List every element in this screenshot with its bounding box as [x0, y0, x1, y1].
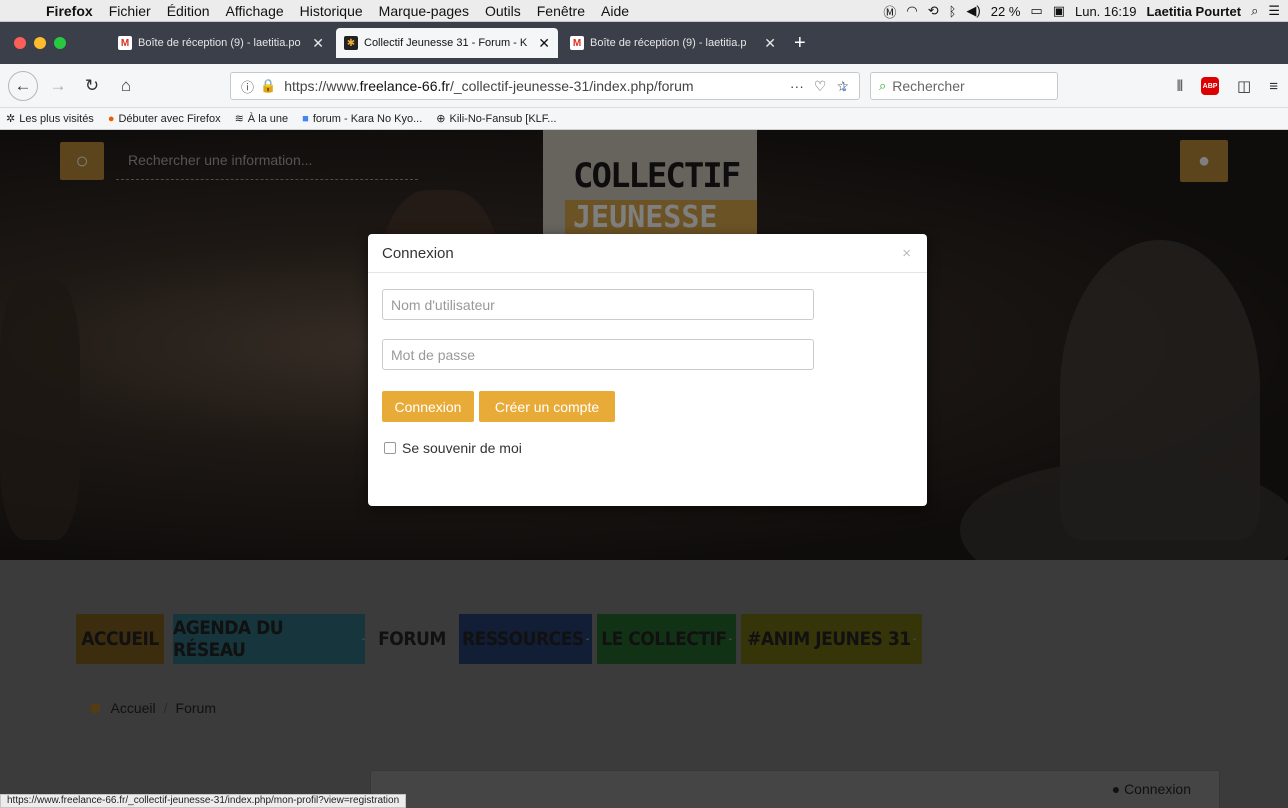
search-placeholder: Rechercher [892, 78, 965, 94]
battery-status[interactable]: 22 % [991, 4, 1021, 19]
tab-title: Collectif Jeunesse 31 - Forum - K [364, 37, 528, 49]
url-text[interactable]: https://www.freelance-66.fr/_collectif-j… [284, 78, 790, 94]
tab-forum[interactable]: ✱ Collectif Jeunesse 31 - Forum - K ✕ [336, 28, 558, 58]
url-prefix: https://www. [284, 78, 360, 94]
url-path: /_collectif-jeunesse-31/index.php/forum [449, 78, 694, 94]
bookmark-a-la-une[interactable]: ≋ À la une [234, 112, 289, 126]
back-arrow-icon[interactable]: ← [8, 70, 38, 101]
tab-bar: M Boîte de réception (9) - laetitia.po ✕… [0, 22, 1288, 64]
bookmark-forum-kara[interactable]: ■ forum - Kara No Kyo... [302, 113, 422, 125]
menu-firefox[interactable]: Firefox [38, 3, 101, 19]
zoom-window-icon[interactable] [54, 37, 66, 49]
menu-edition[interactable]: Édition [159, 3, 218, 19]
remember-me-label: Se souvenir de moi [402, 440, 522, 456]
bookmark-label: Débuter avec Firefox [118, 112, 221, 125]
close-tab-icon[interactable]: ✕ [312, 35, 324, 52]
search-input[interactable]: ⌕ Rechercher [870, 72, 1058, 100]
username-field[interactable]: Nom d'utilisateur [382, 289, 814, 320]
menu-fichier[interactable]: Fichier [101, 3, 159, 19]
window-controls [0, 37, 110, 49]
time-machine-icon[interactable]: ⟲ [928, 3, 939, 19]
remember-me[interactable]: Se souvenir de moi [384, 440, 522, 456]
spotlight-icon[interactable]: ⌕ [1251, 3, 1258, 19]
keyboard-icon[interactable]: ▣ [1053, 3, 1065, 19]
sidebar-icon[interactable]: ◫ [1237, 77, 1251, 95]
modal-title: Connexion [382, 244, 454, 262]
google-icon: ■ [302, 112, 309, 125]
clock[interactable]: Lun. 16:19 [1075, 4, 1136, 19]
download-icon[interactable]: ↓ [840, 78, 848, 96]
close-icon[interactable]: × [902, 245, 911, 262]
malwarebytes-icon[interactable]: Ⓜ [883, 2, 896, 21]
page-actions-icon[interactable]: ··· [790, 78, 804, 94]
pocket-icon[interactable]: ♡ [814, 78, 827, 95]
bookmark-kili-no-fansub[interactable]: ⊕ Kili-No-Fansub [KLF... [436, 112, 557, 126]
close-tab-icon[interactable]: ✕ [764, 35, 776, 52]
modal-header: Connexion × [368, 234, 927, 273]
library-icon[interactable]: ⫴ [1177, 78, 1183, 95]
volume-icon[interactable]: ◀) [966, 3, 980, 19]
close-window-icon[interactable] [14, 37, 26, 49]
url-bar[interactable]: ⓘ 🔒 https://www.freelance-66.fr/_collect… [230, 72, 860, 100]
globe-icon: ⊕ [436, 113, 446, 125]
create-account-button[interactable]: Créer un compte [479, 391, 615, 422]
lock-icon[interactable]: 🔒 [260, 78, 276, 94]
bookmark-label: À la une [247, 112, 289, 125]
tab-title: Boîte de réception (9) - laetitia.po [138, 37, 301, 49]
bookmark-label: Les plus visités [19, 112, 94, 125]
bluetooth-icon[interactable]: ᛒ [949, 4, 957, 19]
gmail-icon: M [570, 36, 584, 50]
tab-title: Boîte de réception (9) - laetitia.p [590, 37, 747, 49]
menu-affichage[interactable]: Affichage [218, 3, 292, 19]
new-tab-icon[interactable]: + [794, 32, 806, 55]
info-icon[interactable]: ⓘ [241, 77, 254, 96]
menu-aide[interactable]: Aide [593, 3, 637, 19]
menu-historique[interactable]: Historique [292, 3, 371, 19]
star-icon: ✲ [6, 113, 16, 125]
tab-gmail-2[interactable]: M Boîte de réception (9) - laetitia.p ✕ [562, 28, 784, 58]
search-engine-icon[interactable]: ⌕ [879, 78, 886, 94]
menu-outils[interactable]: Outils [477, 3, 529, 19]
bookmark-label: forum - Kara No Kyo... [312, 112, 423, 125]
forward-arrow-icon[interactable]: → [44, 72, 72, 100]
user-name[interactable]: Laetitia Pourtet [1146, 4, 1241, 19]
close-tab-icon[interactable]: ✕ [538, 35, 550, 52]
menu-hamburger-icon[interactable]: ≡ [1269, 78, 1278, 95]
gmail-icon: M [118, 36, 132, 50]
menu-fenetre[interactable]: Fenêtre [529, 3, 593, 19]
login-modal: Connexion × Nom d'utilisateur Mot de pas… [368, 234, 927, 506]
username-placeholder: Nom d'utilisateur [391, 296, 495, 313]
bookmark-getting-started[interactable]: ● Débuter avec Firefox [108, 113, 221, 125]
rss-icon: ≋ [234, 113, 244, 125]
tab-gmail-1[interactable]: M Boîte de réception (9) - laetitia.po ✕ [110, 28, 332, 58]
create-account-label: Créer un compte [494, 398, 600, 415]
firefox-icon: ● [107, 112, 115, 125]
navigation-toolbar: ← → ↻ ⌂ ⓘ 🔒 https://www.freelance-66.fr/… [0, 64, 1288, 108]
reload-icon[interactable]: ↻ [78, 72, 106, 100]
login-button[interactable]: Connexion [382, 391, 474, 422]
bookmarks-bar: ✲ Les plus visités ● Débuter avec Firefox … [0, 108, 1288, 130]
url-domain: freelance-66.fr [359, 78, 450, 94]
minimize-window-icon[interactable] [34, 37, 46, 49]
password-field[interactable]: Mot de passe [382, 339, 814, 370]
bookmark-label: Kili-No-Fansub [KLF... [449, 112, 557, 125]
bookmark-most-visited[interactable]: ✲ Les plus visités [6, 112, 94, 126]
wifi-icon[interactable]: ◠ [906, 3, 917, 19]
login-button-label: Connexion [394, 398, 462, 415]
password-placeholder: Mot de passe [391, 346, 476, 363]
macos-menubar: Firefox Fichier Édition Affichage Histor… [0, 0, 1288, 22]
adblock-icon[interactable]: ABP [1201, 77, 1220, 95]
status-bar-url: https://www.freelance-66.fr/_collectif-j… [0, 794, 407, 808]
remember-me-checkbox[interactable] [384, 442, 396, 454]
home-icon[interactable]: ⌂ [112, 72, 140, 100]
site-favicon-icon: ✱ [344, 36, 358, 50]
menu-marque-pages[interactable]: Marque-pages [371, 3, 477, 19]
notification-center-icon[interactable]: ☰ [1268, 3, 1280, 19]
battery-icon[interactable]: ▭ [1030, 3, 1042, 19]
